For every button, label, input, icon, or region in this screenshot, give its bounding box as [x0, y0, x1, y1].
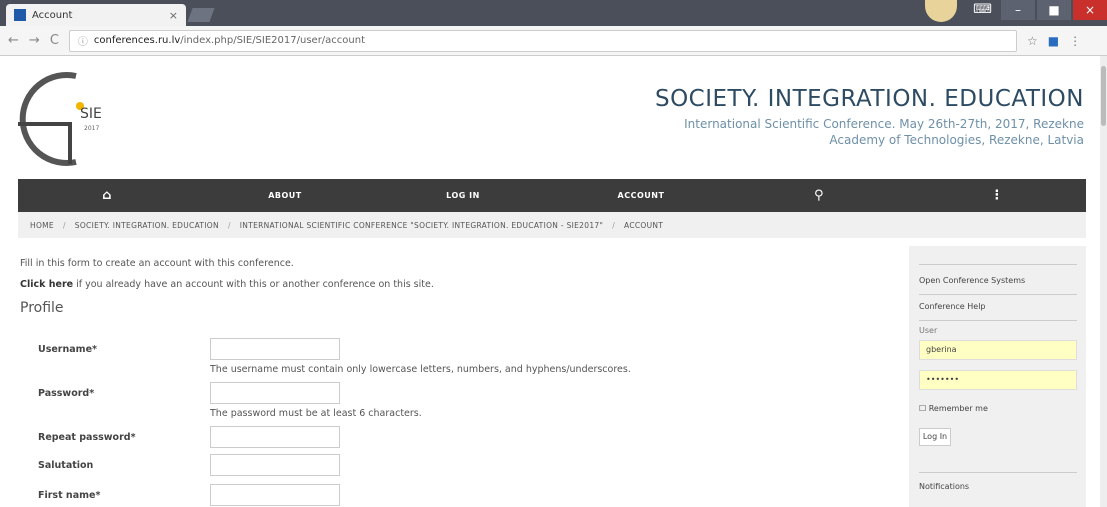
password-field[interactable]: [210, 382, 340, 404]
repeat-password-field[interactable]: [210, 426, 340, 448]
url-input[interactable]: ⓘ conferences.ru.lv /index.php/SIE/SIE20…: [68, 29, 1017, 52]
profile-avatar[interactable]: [925, 0, 957, 22]
bookmark-star-icon[interactable]: ☆: [1027, 34, 1038, 48]
remember-me-label: Remember me: [928, 404, 988, 413]
web-page: SIE 2017 SOCIETY. INTEGRATION. EDUCATION…: [0, 56, 1100, 507]
username-label: Username*: [38, 344, 97, 355]
url-host: conferences.ru.lv: [93, 35, 181, 46]
breadcrumb-account[interactable]: ACCOUNT: [624, 221, 663, 230]
keyboard-icon[interactable]: ⌨: [973, 2, 992, 17]
logo-text: SIE: [80, 106, 102, 122]
site-title: SOCIETY. INTEGRATION. EDUCATION: [654, 86, 1084, 112]
browser-tab[interactable]: Account ×: [6, 4, 186, 26]
search-icon[interactable]: ⚲: [730, 188, 908, 203]
back-button[interactable]: ←: [8, 33, 19, 48]
sidebar-username-input[interactable]: gberina: [919, 340, 1077, 360]
sidebar: Open Conference Systems Conference Help …: [909, 246, 1086, 507]
salutation-label: Salutation: [38, 460, 94, 471]
login-link-rest: if you already have an account with this…: [73, 279, 434, 290]
repeat-password-label: Repeat password*: [38, 432, 136, 443]
main-nav: ⌂ ABOUT LOG IN ACCOUNT ⚲ ⋮: [18, 179, 1086, 212]
salutation-field[interactable]: [210, 454, 340, 476]
tab-close-icon[interactable]: ×: [169, 9, 178, 22]
breadcrumb-sie[interactable]: SOCIETY. INTEGRATION. EDUCATION: [75, 221, 219, 230]
breadcrumb: HOME / SOCIETY. INTEGRATION. EDUCATION /…: [18, 212, 1086, 238]
ocs-link[interactable]: Open Conference Systems: [919, 276, 1025, 285]
password-hint: The password must be at least 6 characte…: [210, 408, 422, 419]
login-link-text: Click here if you already have an accoun…: [20, 279, 898, 290]
nav-account[interactable]: ACCOUNT: [552, 191, 730, 200]
sidebar-divider: [919, 264, 1077, 265]
nav-login[interactable]: LOG IN: [374, 191, 552, 200]
breadcrumb-separator: /: [227, 220, 231, 230]
site-subtitle: International Scientific Conference. May…: [564, 116, 1084, 148]
site-header: SIE 2017 SOCIETY. INTEGRATION. EDUCATION…: [0, 56, 1100, 179]
new-tab-button[interactable]: [187, 8, 215, 22]
page-scrollbar[interactable]: [1100, 56, 1107, 507]
login-button[interactable]: Log In: [919, 428, 951, 446]
close-window-button[interactable]: ×: [1073, 0, 1107, 20]
favicon-icon: [14, 9, 26, 21]
minimize-button[interactable]: –: [1001, 0, 1035, 20]
breadcrumb-home[interactable]: HOME: [30, 221, 54, 230]
address-bar-row: ← → C ⓘ conferences.ru.lv /index.php/SIE…: [0, 26, 1107, 56]
scrollbar-thumb[interactable]: [1101, 66, 1106, 126]
tab-title: Account: [32, 9, 73, 21]
remember-me-checkbox[interactable]: ☐ Remember me: [919, 404, 988, 413]
extension-icon[interactable]: ■: [1048, 34, 1059, 48]
sidebar-divider: [919, 294, 1077, 295]
browser-tabbar: Account × ⌨ – ■ ×: [0, 0, 1107, 26]
breadcrumb-conference[interactable]: INTERNATIONAL SCIENTIFIC CONFERENCE "SOC…: [240, 221, 603, 230]
user-label: User: [919, 326, 938, 335]
reload-button[interactable]: C: [50, 33, 59, 48]
main-content: Fill in this form to create an account w…: [18, 246, 898, 506]
first-name-field[interactable]: [210, 484, 340, 506]
username-hint: The username must contain only lowercase…: [210, 364, 631, 375]
logo-year: 2017: [84, 125, 99, 132]
conference-help-link[interactable]: Conference Help: [919, 302, 986, 311]
more-icon[interactable]: ⋮: [908, 188, 1086, 203]
profile-heading: Profile: [20, 300, 64, 316]
sidebar-password-input[interactable]: •••••••: [919, 370, 1077, 390]
sidebar-divider: [919, 472, 1077, 473]
password-label: Password*: [38, 388, 95, 399]
checkbox-icon[interactable]: ☐: [919, 404, 926, 413]
maximize-button[interactable]: ■: [1037, 0, 1071, 20]
breadcrumb-separator: /: [62, 220, 66, 230]
forward-button[interactable]: →: [29, 33, 40, 48]
nav-about[interactable]: ABOUT: [196, 191, 374, 200]
home-icon[interactable]: ⌂: [18, 188, 196, 203]
subtitle-line-1: International Scientific Conference. May…: [684, 117, 1084, 131]
intro-text: Fill in this form to create an account w…: [20, 258, 294, 269]
first-name-label: First name*: [38, 490, 101, 501]
click-here-link[interactable]: Click here: [20, 279, 73, 290]
subtitle-line-2: Academy of Technologies, Rezekne, Latvia: [829, 133, 1084, 147]
notifications-heading: Notifications: [919, 482, 970, 491]
sie-logo[interactable]: SIE 2017: [18, 68, 128, 168]
info-icon: ⓘ: [77, 37, 88, 48]
menu-icon[interactable]: ⋮: [1069, 34, 1081, 48]
sidebar-divider: [919, 320, 1077, 321]
breadcrumb-separator: /: [612, 220, 616, 230]
url-path: /index.php/SIE/SIE2017/user/account: [180, 35, 366, 46]
username-field[interactable]: [210, 338, 340, 360]
